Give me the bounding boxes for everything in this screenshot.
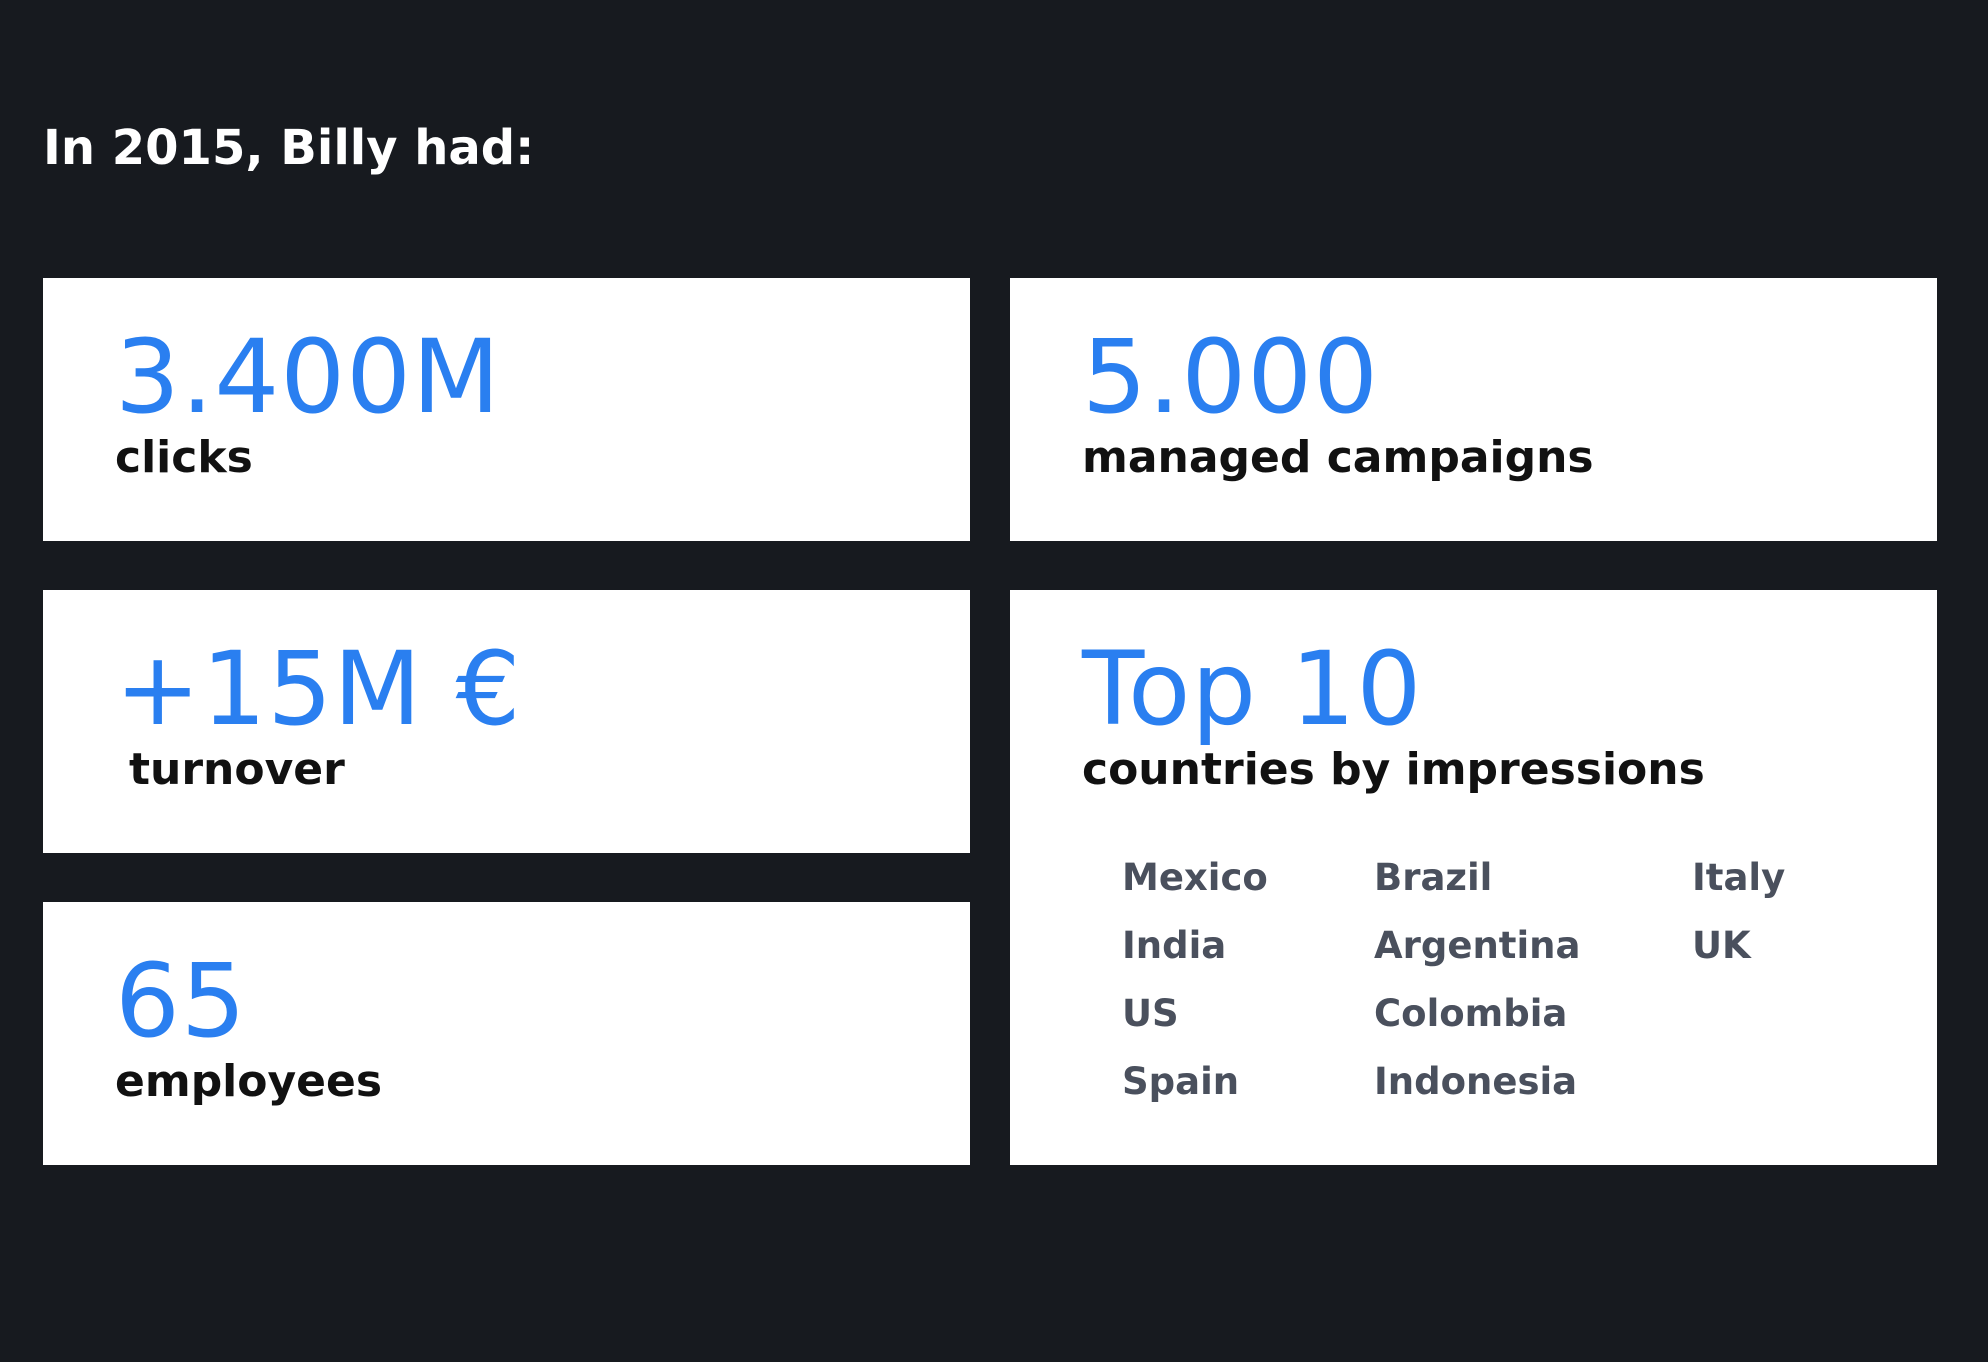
stat-label-employees: employees [115,1056,383,1107]
stat-value-campaigns: 5.000 [1082,318,1380,437]
country-item: Colombia [1374,992,1568,1035]
stat-value-employees: 65 [115,942,247,1061]
stat-label-campaigns: managed campaigns [1082,432,1594,483]
page-headline: In 2015, Billy had: [43,120,535,176]
country-list: Mexico India US Spain Brazil Argentina C… [1010,590,1937,1165]
stat-card-countries: Top 10 countries by impressions Mexico I… [1010,590,1937,1165]
stat-card-campaigns: 5.000 managed campaigns [1010,278,1937,541]
country-item: India [1122,924,1227,967]
country-item: Argentina [1374,924,1581,967]
country-item: Indonesia [1374,1060,1578,1103]
stat-card-employees: 65 employees [43,902,970,1165]
stat-card-turnover: +15M € turnover [43,590,970,853]
stat-value-turnover: +15M € [115,630,522,749]
country-item: Mexico [1122,856,1268,899]
country-item: Brazil [1374,856,1493,899]
country-item: Spain [1122,1060,1240,1103]
stat-label-turnover: turnover [129,744,345,795]
stat-card-clicks: 3.400M clicks [43,278,970,541]
stat-value-clicks: 3.400M [115,318,502,437]
stat-label-clicks: clicks [115,432,253,483]
country-item: UK [1692,924,1751,967]
country-item: Italy [1692,856,1786,899]
country-item: US [1122,992,1179,1035]
